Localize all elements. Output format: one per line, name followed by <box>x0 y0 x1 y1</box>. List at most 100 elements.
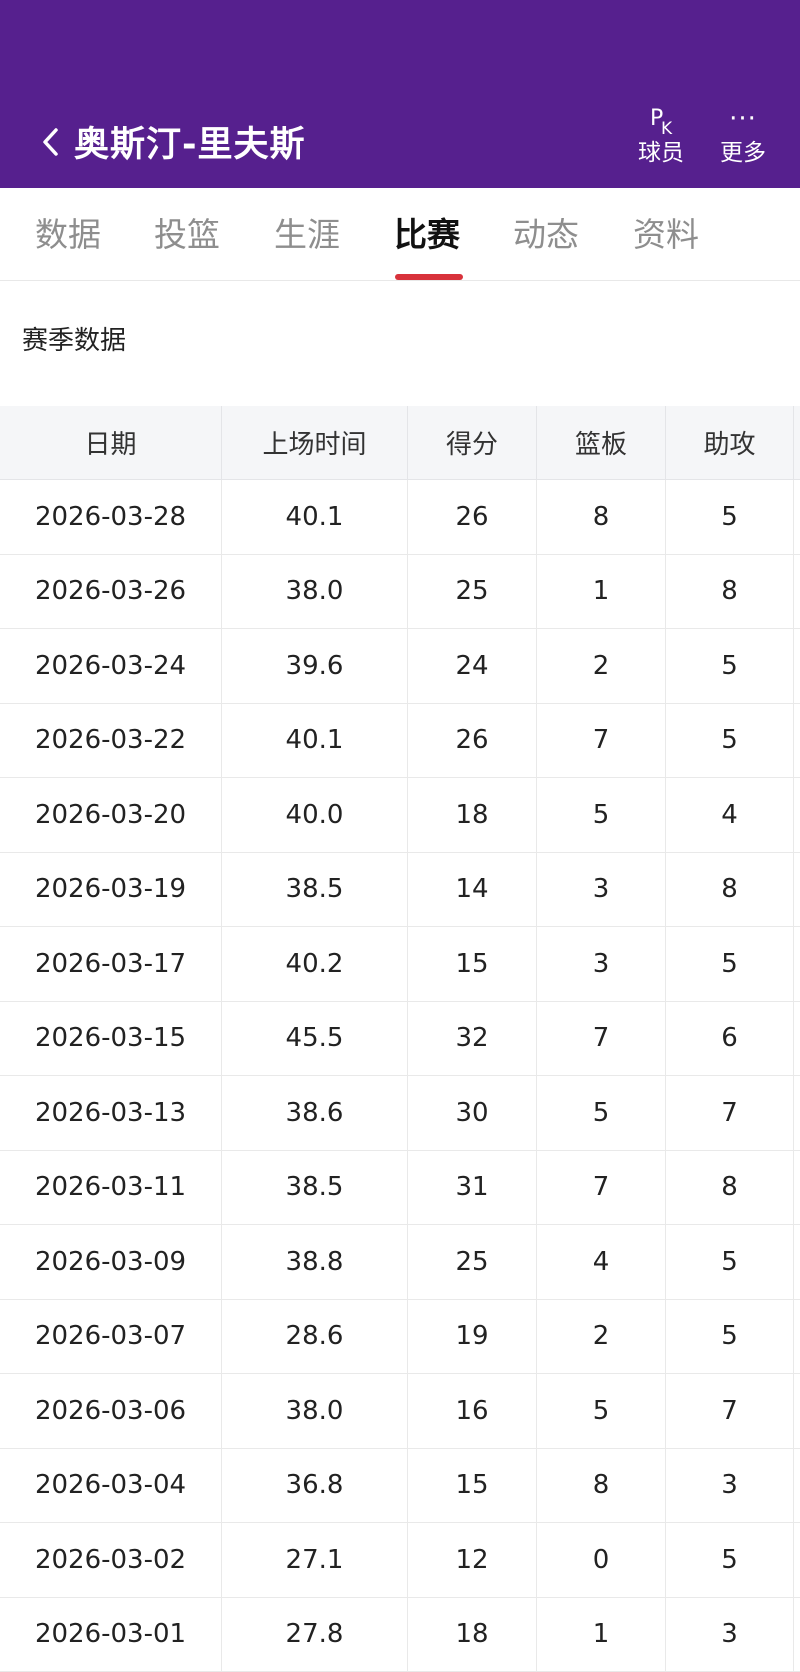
more-button[interactable]: ··· 更多 <box>708 104 778 176</box>
cell-rebounds: 1 <box>537 1598 666 1672</box>
column-header-points[interactable]: 得分 <box>408 406 537 479</box>
player-pk-button[interactable]: P K 球员 <box>626 104 696 176</box>
app-header: 奥斯汀-里夫斯 P K 球员 ··· 更多 <box>0 0 800 188</box>
cell-rebounds: 5 <box>537 1076 666 1150</box>
cell-minutes: 40.1 <box>222 704 408 778</box>
cell-date: 2026-03-09 <box>0 1225 222 1299</box>
cell-minutes: 40.0 <box>222 778 408 852</box>
cell-points: 19 <box>408 1300 537 1374</box>
cell-minutes: 38.5 <box>222 853 408 927</box>
cell-minutes: 40.1 <box>222 480 408 554</box>
table-row[interactable]: 2026-03-1545.53276 <box>0 1002 800 1077</box>
cell-minutes: 38.8 <box>222 1225 408 1299</box>
back-button[interactable] <box>38 122 66 162</box>
cell-rebounds: 3 <box>537 927 666 1001</box>
cell-date: 2026-03-07 <box>0 1300 222 1374</box>
cell-date: 2026-03-01 <box>0 1598 222 1672</box>
cell-points: 14 <box>408 853 537 927</box>
table-row[interactable]: 2026-03-1138.53178 <box>0 1151 800 1226</box>
cell-points: 32 <box>408 1002 537 1076</box>
chevron-left-icon <box>38 122 66 162</box>
cell-rebounds: 7 <box>537 1151 666 1225</box>
table-row[interactable]: 2026-03-1338.63057 <box>0 1076 800 1151</box>
tab-news[interactable]: 动态 <box>486 208 606 256</box>
cell-minutes: 27.8 <box>222 1598 408 1672</box>
cell-assists: 4 <box>666 778 794 852</box>
cell-rebounds: 8 <box>537 480 666 554</box>
table-row[interactable]: 2026-03-1740.21535 <box>0 927 800 1002</box>
cell-rebounds: 5 <box>537 778 666 852</box>
table-row[interactable]: 2026-03-2040.01854 <box>0 778 800 853</box>
cell-points: 25 <box>408 555 537 629</box>
table-row[interactable]: 2026-03-0638.01657 <box>0 1374 800 1449</box>
cell-points: 16 <box>408 1374 537 1448</box>
cell-rebounds: 8 <box>537 1449 666 1523</box>
cell-points: 15 <box>408 927 537 1001</box>
cell-date: 2026-03-06 <box>0 1374 222 1448</box>
tab-career[interactable]: 生涯 <box>247 208 367 256</box>
cell-minutes: 36.8 <box>222 1449 408 1523</box>
cell-date: 2026-03-28 <box>0 480 222 554</box>
cell-assists: 3 <box>666 1449 794 1523</box>
table-row[interactable]: 2026-03-0728.61925 <box>0 1300 800 1375</box>
column-header-assists[interactable]: 助攻 <box>666 406 794 479</box>
pk-icon: P K <box>644 104 678 138</box>
cell-minutes: 38.6 <box>222 1076 408 1150</box>
table-row[interactable]: 2026-03-0436.81583 <box>0 1449 800 1524</box>
cell-assists: 8 <box>666 555 794 629</box>
cell-assists: 5 <box>666 1225 794 1299</box>
table-row[interactable]: 2026-03-2840.12685 <box>0 480 800 555</box>
table-row[interactable]: 2026-03-2439.62425 <box>0 629 800 704</box>
cell-date: 2026-03-17 <box>0 927 222 1001</box>
tab-shooting[interactable]: 投篮 <box>127 208 247 256</box>
cell-date: 2026-03-22 <box>0 704 222 778</box>
column-header-minutes[interactable]: 上场时间 <box>222 406 408 479</box>
cell-date: 2026-03-19 <box>0 853 222 927</box>
cell-points: 18 <box>408 1598 537 1672</box>
table-row[interactable]: 2026-03-1938.51438 <box>0 853 800 928</box>
cell-assists: 5 <box>666 480 794 554</box>
cell-rebounds: 0 <box>537 1523 666 1597</box>
game-stats-table: 日期 上场时间 得分 篮板 助攻 2026-03-2840.126852026-… <box>0 406 800 1672</box>
cell-date: 2026-03-04 <box>0 1449 222 1523</box>
cell-minutes: 28.6 <box>222 1300 408 1374</box>
column-header-date[interactable]: 日期 <box>0 406 222 479</box>
cell-points: 24 <box>408 629 537 703</box>
tab-bar: 数据 投篮 生涯 比赛 动态 资料 <box>0 188 800 281</box>
cell-minutes: 39.6 <box>222 629 408 703</box>
content-panel: 数据 投篮 生涯 比赛 动态 资料 赛季数据 日期 上场时间 得分 篮板 助攻 … <box>0 188 800 1650</box>
tab-data[interactable]: 数据 <box>8 208 128 256</box>
more-dots-icon: ··· <box>729 104 757 132</box>
table-row[interactable]: 2026-03-2638.02518 <box>0 555 800 630</box>
table-row[interactable]: 2026-03-0227.11205 <box>0 1523 800 1598</box>
tab-profile[interactable]: 资料 <box>606 208 726 256</box>
cell-minutes: 38.0 <box>222 555 408 629</box>
cell-rebounds: 4 <box>537 1225 666 1299</box>
cell-rebounds: 7 <box>537 1002 666 1076</box>
table-header-row: 日期 上场时间 得分 篮板 助攻 <box>0 406 800 480</box>
cell-assists: 8 <box>666 853 794 927</box>
table-row[interactable]: 2026-03-0127.81813 <box>0 1598 800 1672</box>
cell-minutes: 27.1 <box>222 1523 408 1597</box>
cell-date: 2026-03-11 <box>0 1151 222 1225</box>
cell-assists: 5 <box>666 629 794 703</box>
cell-rebounds: 5 <box>537 1374 666 1448</box>
cell-minutes: 40.2 <box>222 927 408 1001</box>
active-tab-indicator <box>395 274 463 280</box>
section-title: 赛季数据 <box>22 320 126 357</box>
cell-rebounds: 7 <box>537 704 666 778</box>
cell-points: 31 <box>408 1151 537 1225</box>
table-body: 2026-03-2840.126852026-03-2638.025182026… <box>0 480 800 1672</box>
cell-points: 12 <box>408 1523 537 1597</box>
cell-assists: 7 <box>666 1374 794 1448</box>
cell-date: 2026-03-20 <box>0 778 222 852</box>
cell-assists: 6 <box>666 1002 794 1076</box>
cell-minutes: 45.5 <box>222 1002 408 1076</box>
player-name-title: 奥斯汀-里夫斯 <box>74 116 306 167</box>
column-header-rebounds[interactable]: 篮板 <box>537 406 666 479</box>
table-row[interactable]: 2026-03-2240.12675 <box>0 704 800 779</box>
cell-assists: 5 <box>666 704 794 778</box>
tab-games[interactable]: 比赛 <box>367 208 487 256</box>
cell-assists: 8 <box>666 1151 794 1225</box>
table-row[interactable]: 2026-03-0938.82545 <box>0 1225 800 1300</box>
